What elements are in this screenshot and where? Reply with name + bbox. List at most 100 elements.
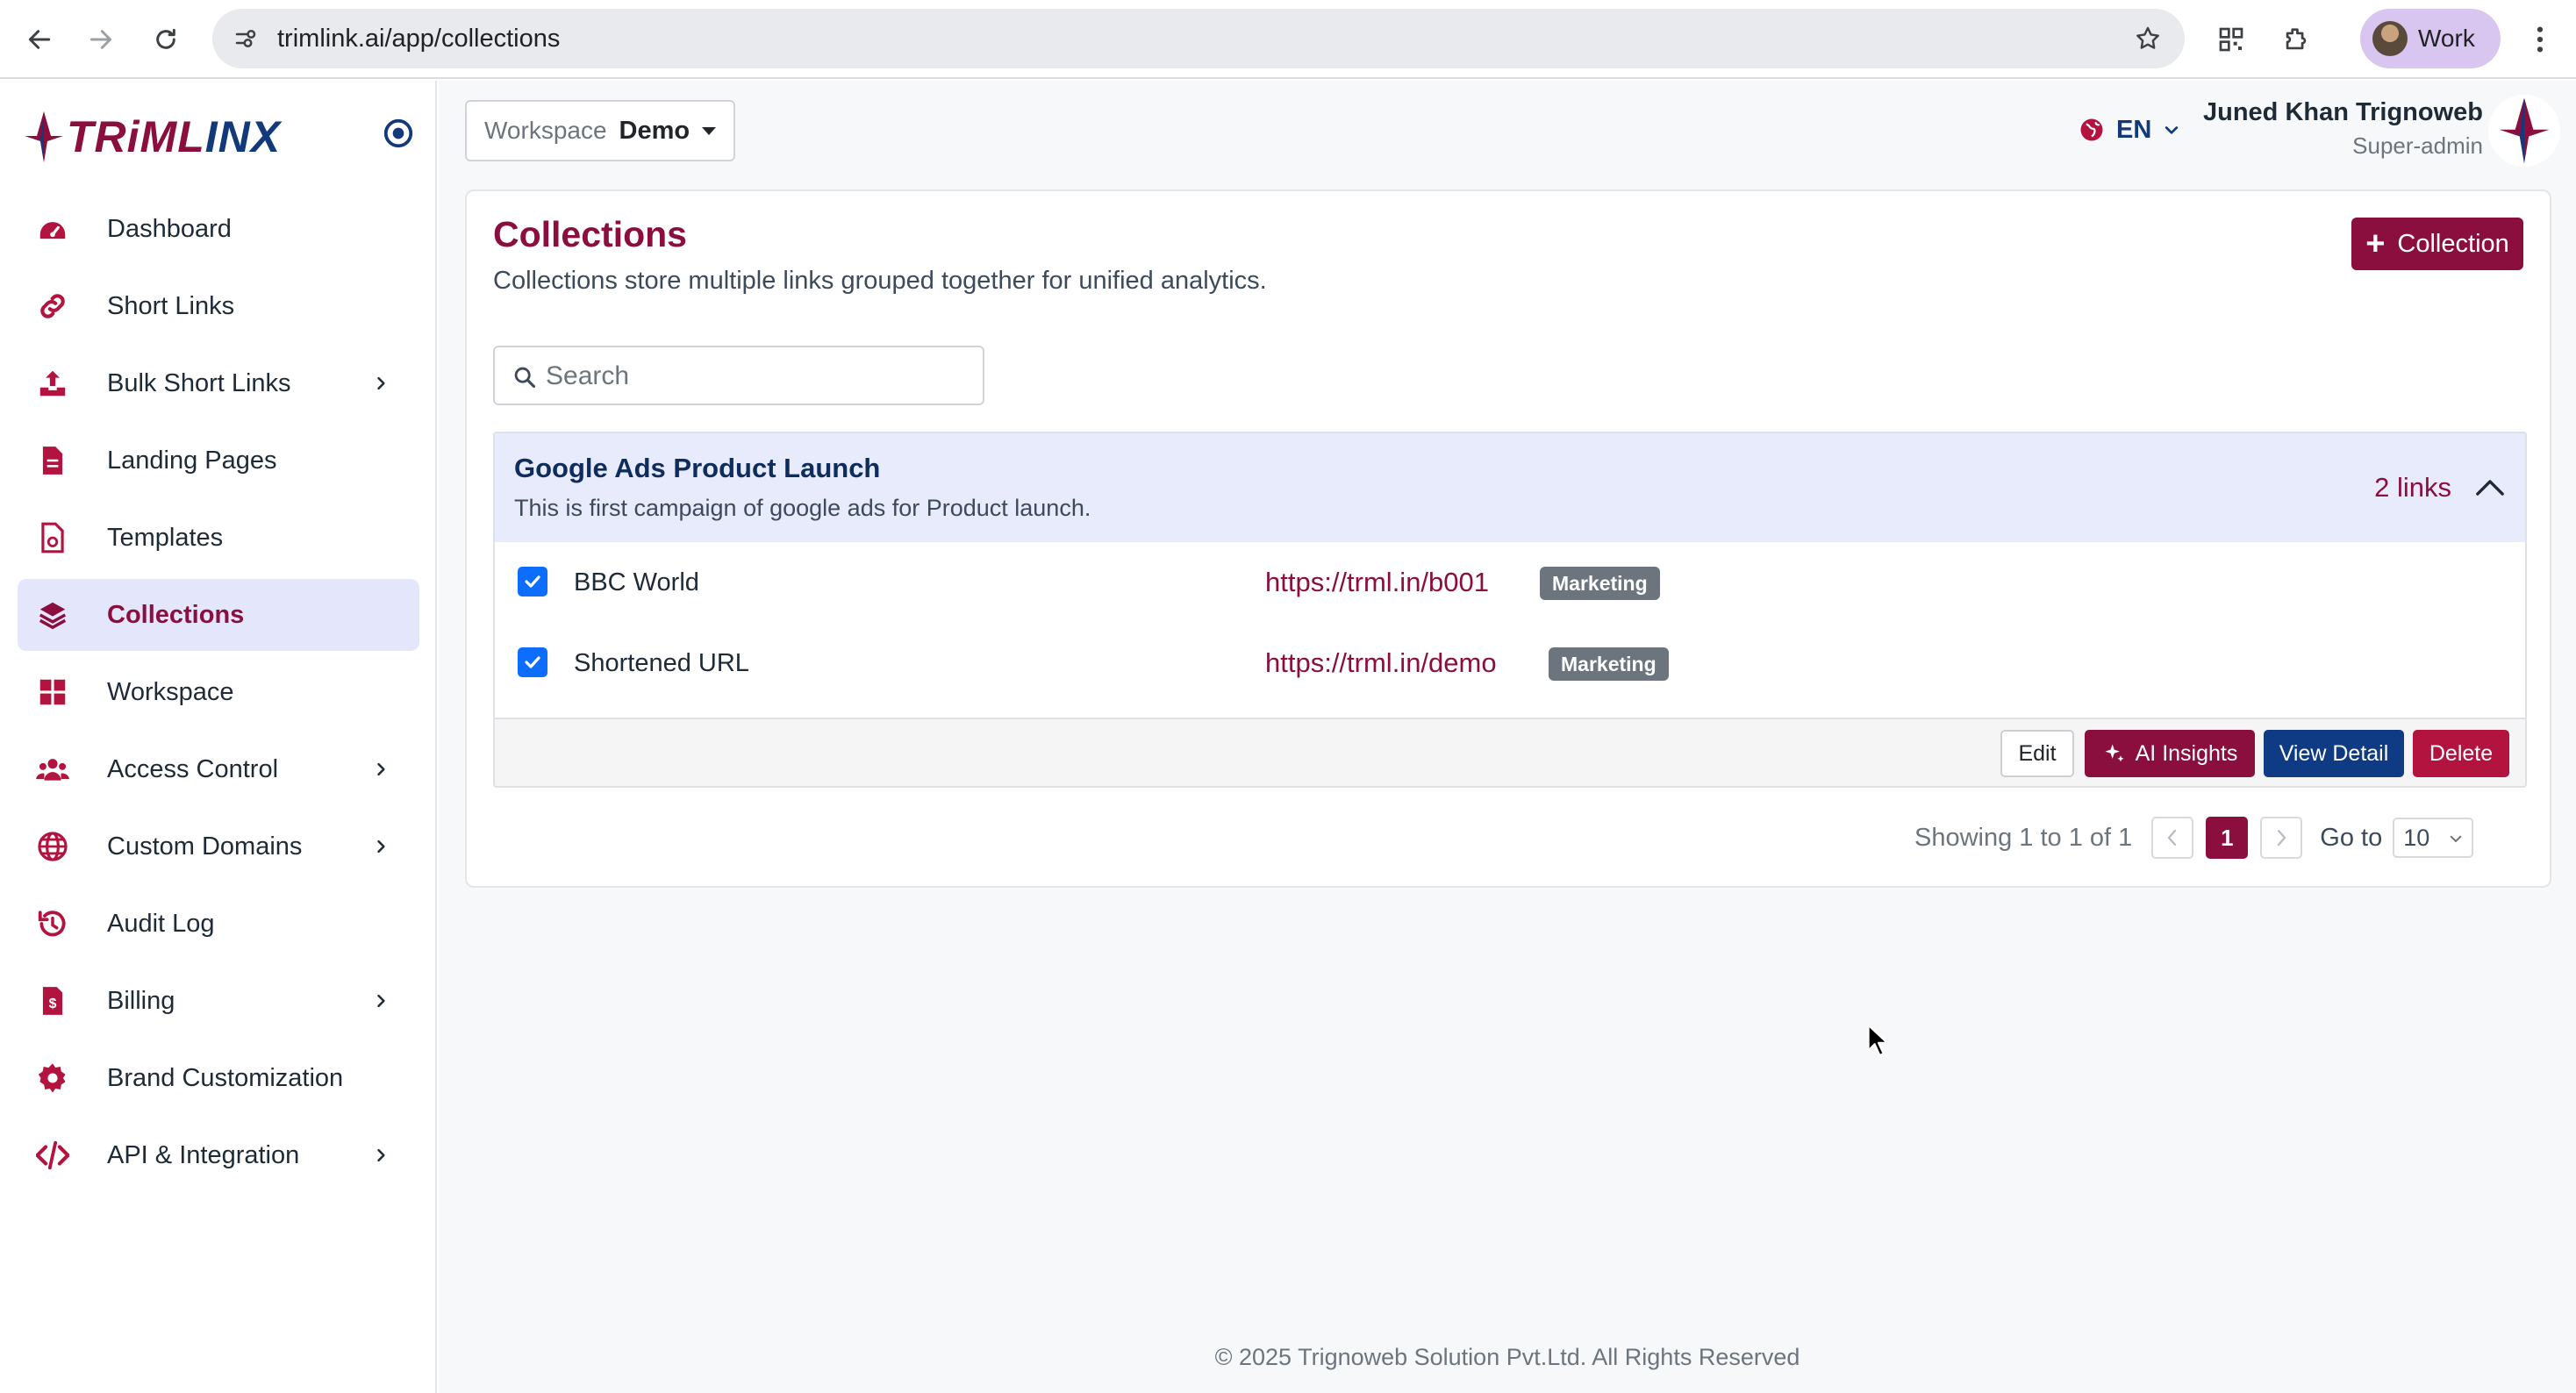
address-bar[interactable]: trimlink.ai/app/collections xyxy=(212,9,2185,68)
sidebar-item-landing-pages[interactable]: Landing Pages xyxy=(18,425,419,496)
pagination-summary: Showing 1 to 1 of 1 xyxy=(1914,823,2133,852)
pagination: Showing 1 to 1 of 1 1 Go to 10 xyxy=(1914,816,2474,860)
site-info-icon[interactable] xyxy=(228,21,263,56)
search-input[interactable] xyxy=(546,358,967,395)
forward-arrow-icon xyxy=(89,30,112,49)
collection-header[interactable]: Google Ads Product Launch This is first … xyxy=(495,433,2525,542)
collection-name: Google Ads Product Launch xyxy=(514,453,881,483)
list-item: BBC World https://trml.in/b001 Marketing xyxy=(495,542,2525,623)
collections-card: Collections Collections store multiple l… xyxy=(465,189,2551,888)
sidebar-item-billing[interactable]: $ Billing xyxy=(18,965,419,1037)
view-detail-label: View Detail xyxy=(2279,740,2389,766)
language-selector[interactable]: EN xyxy=(2078,112,2181,147)
back-button[interactable] xyxy=(18,18,61,61)
sidebar-item-label: API & Integration xyxy=(107,1140,300,1169)
caret-down-icon xyxy=(702,126,717,135)
sidebar-item-dashboard[interactable]: Dashboard xyxy=(18,193,419,265)
browser-menu-icon[interactable] xyxy=(2518,18,2562,61)
brand-wordmark: TRiMLINX xyxy=(67,111,281,162)
workspace-select[interactable]: Workspace Demo xyxy=(465,100,735,161)
extensions-puzzle-icon[interactable] xyxy=(2274,18,2318,61)
sidebar-item-label: Brand Customization xyxy=(107,1063,344,1092)
collection-description: This is first campaign of google ads for… xyxy=(514,495,1091,521)
forward-button[interactable] xyxy=(79,18,123,61)
avatar[interactable] xyxy=(2488,95,2560,167)
sidebar-item-label: Templates xyxy=(107,523,224,552)
brand-wordmark-part-1: TRiML xyxy=(67,112,205,161)
bookmark-star-icon[interactable] xyxy=(2130,21,2165,56)
link-checkbox[interactable] xyxy=(518,567,547,596)
collection-link-count: 2 links xyxy=(2374,472,2451,503)
delete-button[interactable]: Delete xyxy=(2413,730,2509,777)
user-role: Super-admin xyxy=(2352,132,2483,159)
history-icon xyxy=(35,906,70,941)
sidebar-item-brand-customization[interactable]: Brand Customization xyxy=(18,1042,419,1114)
profile-chip[interactable]: Work xyxy=(2360,9,2501,68)
next-page-button[interactable] xyxy=(2260,817,2303,859)
invoice-icon: $ xyxy=(35,983,70,1018)
delete-label: Delete xyxy=(2429,740,2494,766)
workspace-select-label: Workspace xyxy=(484,117,607,144)
edit-button-label: Edit xyxy=(2018,740,2057,766)
chevron-up-icon[interactable] xyxy=(2472,472,2508,504)
collection-panel: Google Ads Product Launch This is first … xyxy=(493,432,2527,788)
profile-avatar xyxy=(2372,21,2408,56)
code-icon xyxy=(35,1138,70,1173)
qr-code-icon[interactable] xyxy=(2209,18,2253,61)
sidebar-item-templates[interactable]: Templates xyxy=(18,502,419,574)
link-url[interactable]: https://trml.in/b001 xyxy=(1265,567,1489,598)
gear-icon xyxy=(35,1061,70,1096)
brand-logo[interactable]: TRiMLINX xyxy=(25,105,358,168)
sidebar-item-label: Dashboard xyxy=(107,214,232,243)
layers-icon xyxy=(35,597,70,632)
chevron-right-icon xyxy=(369,834,393,859)
document-icon xyxy=(35,443,70,478)
sparkle-icon xyxy=(2102,741,2127,766)
sidebar-item-short-links[interactable]: Short Links xyxy=(18,270,419,342)
upload-icon xyxy=(35,366,70,401)
edit-button[interactable]: Edit xyxy=(2000,730,2074,777)
workspace-select-value: Demo xyxy=(619,116,691,145)
page-size-value: 10 xyxy=(2403,824,2430,851)
sidebar-item-api-integration[interactable]: API & Integration xyxy=(18,1119,419,1191)
user-menu[interactable]: Juned Khan Trignoweb Super-admin xyxy=(2203,98,2483,160)
globe-icon xyxy=(35,829,70,864)
sidebar-item-label: Custom Domains xyxy=(107,832,303,861)
ai-insights-button[interactable]: AI Insights xyxy=(2085,730,2255,777)
current-page-button[interactable]: 1 xyxy=(2206,817,2249,859)
link-checkbox[interactable] xyxy=(518,647,547,677)
sidebar-item-label: Billing xyxy=(107,986,175,1015)
reload-button[interactable] xyxy=(144,18,188,61)
link-url[interactable]: https://trml.in/demo xyxy=(1265,647,1497,679)
sidebar-item-audit-log[interactable]: Audit Log xyxy=(18,888,419,960)
sidebar: TRiMLINX Dashboard Short Links Bulk Shor… xyxy=(0,81,437,1393)
sidebar-item-custom-domains[interactable]: Custom Domains xyxy=(18,811,419,882)
sidebar-toggle-icon[interactable] xyxy=(379,114,418,153)
chevron-right-icon xyxy=(369,757,393,782)
sidebar-item-label: Access Control xyxy=(107,754,279,783)
plus-icon: + xyxy=(2365,225,2386,262)
page-subtitle: Collections store multiple links grouped… xyxy=(493,267,1267,295)
chevron-left-icon xyxy=(2168,829,2177,847)
tag-badge: Marketing xyxy=(1549,647,1669,681)
checkmark-icon xyxy=(525,575,540,588)
sidebar-item-workspace[interactable]: Workspace xyxy=(18,656,419,728)
page-size-select[interactable]: 10 xyxy=(2393,818,2474,858)
sidebar-item-bulk-short-links[interactable]: Bulk Short Links xyxy=(18,347,419,419)
logo-mark-icon xyxy=(25,111,63,162)
footer-copyright: © 2025 Trignoweb Solution Pvt.Ltd. All R… xyxy=(1214,1344,1800,1370)
search-icon xyxy=(511,363,539,391)
profile-label: Work xyxy=(2418,25,2475,52)
sidebar-item-access-control[interactable]: Access Control xyxy=(18,733,419,805)
chevron-right-icon xyxy=(369,989,393,1013)
chevron-down-icon xyxy=(2447,830,2465,847)
add-collection-button[interactable]: + Collection xyxy=(2351,218,2523,270)
sidebar-item-collections[interactable]: Collections xyxy=(18,579,419,651)
list-item: Shortened URL https://trml.in/demo Marke… xyxy=(495,623,2525,704)
goto-label: Go to xyxy=(2320,823,2383,852)
chevron-right-icon xyxy=(2278,829,2286,847)
view-detail-button[interactable]: View Detail xyxy=(2264,730,2404,777)
prev-page-button[interactable] xyxy=(2151,817,2194,859)
brand-wordmark-part-2: INX xyxy=(204,112,282,161)
search-box xyxy=(493,346,984,405)
